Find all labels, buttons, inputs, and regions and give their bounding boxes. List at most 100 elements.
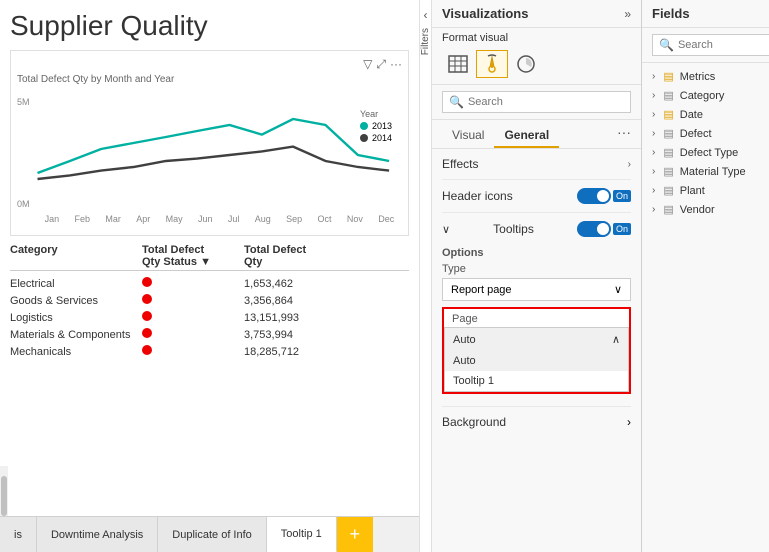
type-label: Type [442, 263, 631, 275]
page-dropdown-open[interactable]: Auto ∧ Auto Tooltip 1 [444, 327, 629, 392]
tooltips-header[interactable]: ∨ Tooltips On [442, 221, 631, 237]
tooltips-toggle-switch[interactable] [577, 221, 611, 237]
chart-title: Total Defect Qty by Month and Year [17, 74, 402, 85]
field-item-date[interactable]: ▤ Date [642, 105, 769, 124]
field-item-category[interactable]: ▤ Category [642, 86, 769, 105]
field-item-defect-type[interactable]: ▤ Defect Type [642, 143, 769, 162]
header-icons-header[interactable]: Header icons On [442, 188, 631, 204]
filters-strip: ‹ Filters [420, 0, 432, 552]
field-item-metrics[interactable]: ▤ Metrics [642, 67, 769, 86]
page-option-chevron-up: ∧ [612, 333, 620, 346]
fields-search-area: 🔍 [642, 28, 769, 63]
tab-visual[interactable]: Visual [442, 124, 494, 148]
chart-toolbar: ▽ ⤢ ··· [17, 57, 402, 72]
viz-panel-title: Visualizations [442, 6, 528, 21]
toggle-on[interactable] [577, 188, 611, 204]
data-table: Category Total DefectQty Status ▼ Total … [10, 244, 409, 360]
page-dropdown-item-auto[interactable]: Auto [445, 351, 628, 371]
field-label: Date [680, 109, 703, 121]
y-max-label: 5M [17, 97, 30, 107]
field-table-icon: ▤ [663, 70, 673, 83]
field-label: Material Type [680, 166, 746, 178]
table-header: Category Total DefectQty Status ▼ Total … [10, 244, 409, 271]
effects-section: Effects › [442, 149, 631, 180]
chart-legend: Year 2013 2014 [360, 109, 392, 145]
field-expand-icon [652, 204, 655, 215]
table-row: Logistics 13,151,993 [10, 309, 409, 326]
field-table-icon: ▤ [663, 203, 673, 216]
tooltips-toggle-thumb [597, 223, 609, 235]
field-expand-icon [652, 166, 655, 177]
tooltips-toggle[interactable]: On [577, 221, 631, 237]
scrollbar[interactable] [0, 466, 8, 516]
tooltips-label: Tooltips [493, 222, 534, 236]
type-dropdown-chevron: ∨ [614, 283, 622, 296]
background-expand-icon: › [627, 415, 631, 429]
table-row: Materials & Components 3,753,994 [10, 326, 409, 343]
field-table-icon: ▤ [663, 146, 673, 159]
page-label: Page [444, 309, 629, 327]
table-body: Electrical 1,653,462 Goods & Services 3,… [10, 275, 409, 360]
type-value: Report page [451, 284, 512, 296]
filters-collapse-arrow[interactable]: ‹ [424, 8, 428, 22]
field-expand-icon [652, 128, 655, 139]
header-icons-toggle[interactable]: On [577, 188, 631, 204]
expand-icon[interactable]: ⤢ [376, 57, 386, 72]
type-dropdown[interactable]: Report page ∨ [442, 278, 631, 301]
fields-search-input[interactable] [678, 39, 765, 51]
viz-search-box[interactable]: 🔍 [442, 91, 631, 113]
scroll-thumb[interactable] [1, 476, 7, 516]
field-item-material-type[interactable]: ▤ Material Type [642, 162, 769, 181]
fields-search-icon: 🔍 [659, 38, 674, 52]
header-icons-label: Header icons [442, 189, 513, 203]
filters-label[interactable]: Filters [420, 28, 431, 55]
tab-tooltip-1[interactable]: Tooltip 1 [267, 517, 337, 552]
effects-label: Effects [442, 157, 478, 171]
field-label: Metrics [680, 71, 715, 83]
format-visual-label: Format visual [442, 32, 508, 44]
table-row: Electrical 1,653,462 [10, 275, 409, 292]
page-dropdown-item-tooltip1[interactable]: Tooltip 1 [445, 371, 628, 391]
page-option-auto[interactable]: Auto ∧ [445, 328, 628, 351]
effects-expand-icon: › [628, 159, 631, 170]
field-expand-icon [652, 71, 655, 82]
x-axis: JanFebMarAprMayJunJulAugSepOctNovDec [37, 214, 402, 224]
tab-general[interactable]: General [494, 124, 559, 148]
field-table-icon: ▤ [663, 184, 673, 197]
table-row: Goods & Services 3,356,864 [10, 292, 409, 309]
table-row: Mechanicals 18,285,712 [10, 343, 409, 360]
effects-header[interactable]: Effects › [442, 157, 631, 171]
viz-search-input[interactable] [468, 96, 624, 108]
tabs-bar: is Downtime Analysis Duplicate of Info T… [0, 516, 419, 552]
viz-icon-paint[interactable] [476, 50, 508, 78]
field-label: Vendor [680, 204, 715, 216]
background-header[interactable]: Background › [442, 415, 631, 429]
chart-container: ▽ ⤢ ··· Total Defect Qty by Month and Ye… [10, 50, 409, 236]
viz-tab-more[interactable]: ··· [617, 124, 631, 148]
options-subsection: Options Type Report page ∨ Page Auto [442, 237, 631, 398]
field-item-vendor[interactable]: ▤ Vendor [642, 200, 769, 219]
chart-svg [37, 89, 419, 209]
tab-is[interactable]: is [0, 517, 37, 552]
fields-search-box[interactable]: 🔍 [652, 34, 769, 56]
tab-downtime-analysis[interactable]: Downtime Analysis [37, 517, 158, 552]
header-icons-section: Header icons On [442, 180, 631, 213]
tab-duplicate-of-info[interactable]: Duplicate of Info [158, 517, 267, 552]
more-icon[interactable]: ··· [390, 57, 402, 72]
chart-area: 5M 0M JanFebMarAprMayJunJulAugSepOctNovD… [17, 89, 402, 229]
format-visual-bar: Format visual [432, 28, 641, 48]
field-expand-icon [652, 185, 655, 196]
options-section: Options Type Report page ∨ Page Auto [442, 243, 631, 398]
field-item-plant[interactable]: ▤ Plant [642, 181, 769, 200]
viz-icon-table[interactable] [442, 50, 474, 78]
viz-panel-header: Visualizations » [432, 0, 641, 28]
field-table-icon: ▤ [663, 108, 673, 121]
field-item-defect[interactable]: ▤ Defect [642, 124, 769, 143]
viz-sections: Effects › Header icons On [432, 149, 641, 552]
viz-panel-expand-icon[interactable]: » [624, 7, 631, 21]
filter-icon[interactable]: ▽ [363, 57, 372, 72]
add-tab-button[interactable]: + [337, 517, 373, 552]
field-expand-icon [652, 147, 655, 158]
viz-icon-analytics[interactable] [510, 50, 542, 78]
field-label: Defect [680, 128, 712, 140]
